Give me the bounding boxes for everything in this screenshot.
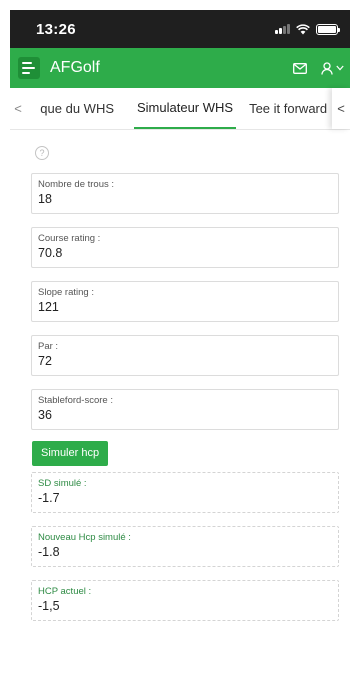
simulator-form: ? Nombre de trous : 18 Course rating : 7…	[10, 130, 350, 621]
par-field[interactable]: Par : 72	[31, 335, 339, 376]
result-value: -1,5	[38, 599, 60, 613]
app-actions	[293, 61, 344, 75]
tab-bar: < que du WHS Simulateur WHS Tee it forwa…	[10, 88, 350, 130]
stableford-score-field[interactable]: Stableford-score : 36	[31, 389, 339, 430]
field-value[interactable]: 36	[38, 407, 332, 424]
course-rating-field[interactable]: Course rating : 70.8	[31, 227, 339, 268]
tab-tee-it-forward[interactable]: Tee it forward	[249, 88, 327, 129]
field-value[interactable]: 72	[38, 353, 332, 370]
tab-label: Tee it forward	[249, 101, 328, 116]
field-value[interactable]: 18	[38, 191, 332, 208]
tab-whs-info[interactable]: que du WHS	[26, 88, 114, 129]
result-value: -1.8	[38, 545, 60, 559]
simulate-hcp-button[interactable]: Simuler hcp	[32, 441, 109, 466]
user-icon	[321, 61, 333, 75]
field-label: Par :	[38, 341, 59, 352]
field-label: Slope rating :	[38, 287, 94, 298]
status-icons	[275, 23, 340, 35]
new-hcp-simulated-result: Nouveau Hcp simulé : -1.8	[31, 526, 339, 567]
phone-screen: 13:26 AFGolf < que du WHS Simulateur WHS…	[10, 10, 350, 676]
status-bar: 13:26	[10, 10, 350, 48]
field-label: Course rating :	[38, 233, 101, 244]
field-value[interactable]: 70.8	[38, 245, 332, 262]
result-value: -1.7	[38, 491, 60, 505]
result-label: HCP actuel :	[38, 586, 92, 597]
status-time: 13:26	[36, 20, 76, 38]
result-label: SD simulé :	[38, 478, 87, 489]
signal-icon	[275, 24, 290, 34]
mail-icon[interactable]	[293, 62, 307, 74]
field-label: Stableford-score :	[38, 395, 113, 406]
tab-label: que du WHS	[40, 101, 114, 116]
sd-simulated-result: SD simulé : -1.7	[31, 472, 339, 513]
field-value[interactable]: 121	[38, 299, 332, 316]
menu-icon[interactable]	[18, 57, 40, 79]
tab-label: Simulateur WHS	[137, 100, 234, 115]
result-label: Nouveau Hcp simulé :	[38, 532, 131, 543]
holes-field[interactable]: Nombre de trous : 18	[31, 173, 339, 214]
current-hcp-result: HCP actuel : -1,5	[31, 580, 339, 621]
app-bar: AFGolf	[10, 48, 350, 88]
field-label: Nombre de trous :	[38, 179, 115, 190]
tab-scroll-left[interactable]: <	[10, 88, 26, 129]
user-menu[interactable]	[321, 61, 344, 75]
tab-scroll-right[interactable]: <	[332, 88, 350, 129]
slope-rating-field[interactable]: Slope rating : 121	[31, 281, 339, 322]
chevron-down-icon	[336, 65, 344, 71]
battery-icon	[316, 23, 340, 35]
app-title: AFGolf	[50, 59, 100, 76]
help-icon[interactable]: ?	[35, 146, 49, 160]
tab-simulateur-whs[interactable]: Simulateur WHS	[134, 88, 237, 129]
wifi-icon	[296, 23, 310, 34]
